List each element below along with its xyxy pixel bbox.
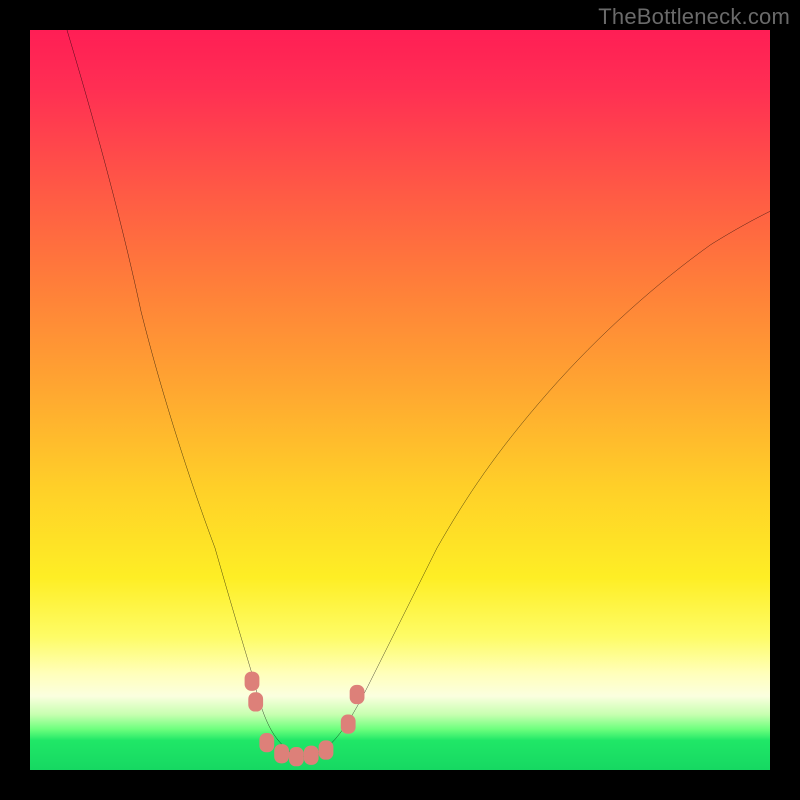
- chart-frame: TheBottleneck.com: [0, 0, 800, 800]
- plot-area: [30, 30, 770, 770]
- curve-layer: [30, 30, 770, 770]
- watermark-text: TheBottleneck.com: [598, 4, 790, 30]
- trough-markers: [245, 672, 365, 767]
- bottleneck-curve: [67, 30, 770, 757]
